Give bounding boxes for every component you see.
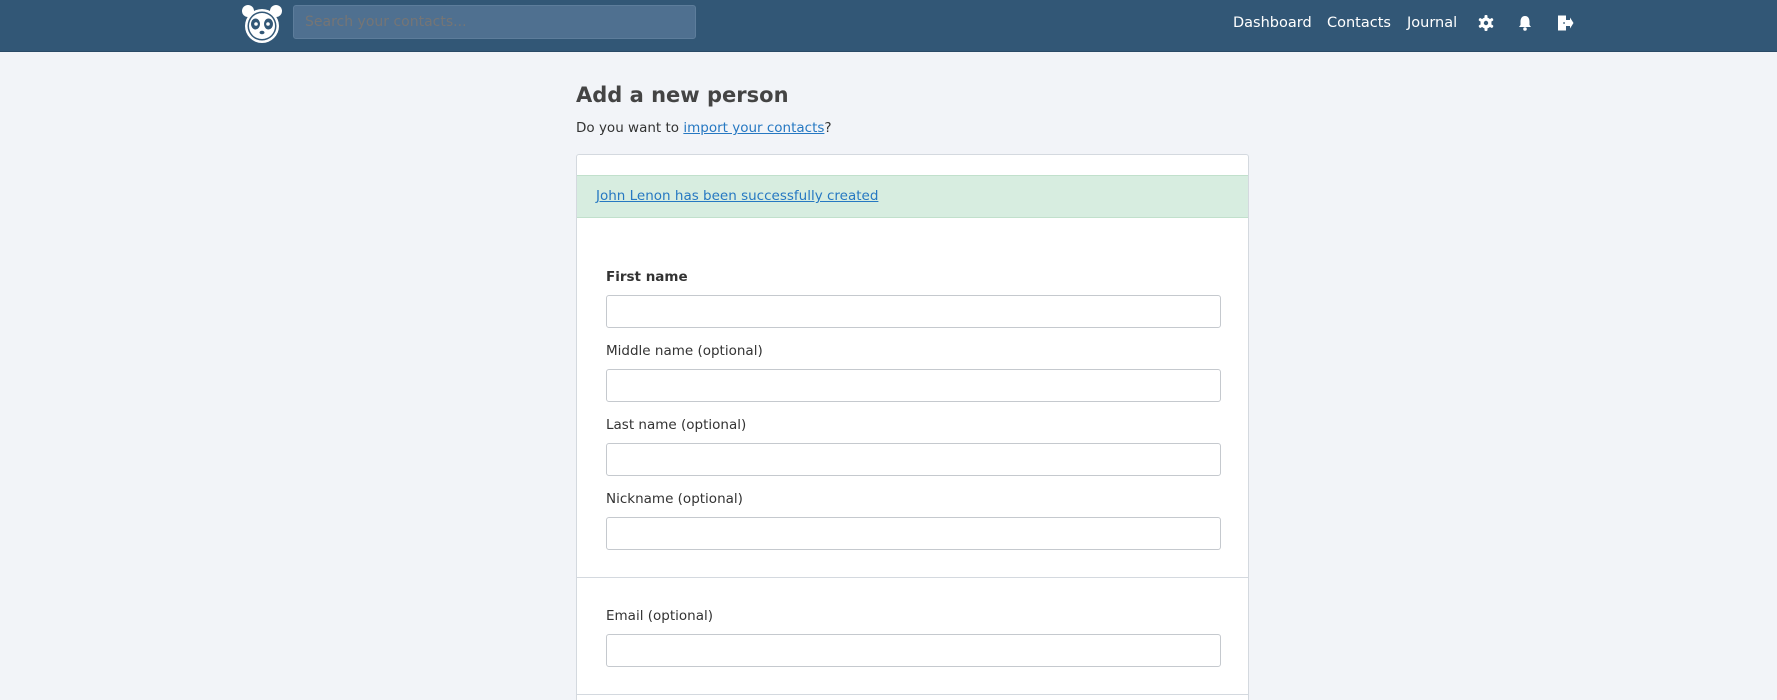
nickname-label: Nickname (optional): [606, 491, 743, 507]
import-contacts-link[interactable]: import your contacts: [683, 120, 824, 136]
section-divider: [577, 577, 1248, 578]
panda-logo-icon[interactable]: [241, 4, 283, 44]
import-suffix-text: ?: [824, 120, 832, 136]
last-name-label: Last name (optional): [606, 417, 747, 433]
email-input[interactable]: [606, 634, 1221, 667]
top-navbar: Dashboard Contacts Journal: [0, 0, 1777, 52]
first-name-input[interactable]: [606, 295, 1221, 328]
bell-icon[interactable]: [1516, 14, 1534, 32]
success-alert: John Lenon has been successfully created: [577, 175, 1248, 218]
nav-dashboard-link[interactable]: Dashboard: [1233, 14, 1312, 32]
section-divider: [577, 694, 1248, 695]
first-name-label: First name: [606, 269, 688, 285]
last-name-input[interactable]: [606, 443, 1221, 476]
new-person-form-card: John Lenon has been successfully created…: [576, 154, 1249, 700]
page-title: Add a new person: [576, 83, 789, 107]
nav-contacts-link[interactable]: Contacts: [1327, 14, 1391, 32]
gear-icon[interactable]: [1477, 14, 1495, 32]
import-prompt: Do you want to import your contacts?: [576, 120, 832, 136]
logout-icon[interactable]: [1556, 14, 1574, 32]
nickname-input[interactable]: [606, 517, 1221, 550]
email-label: Email (optional): [606, 608, 713, 624]
created-contact-link[interactable]: John Lenon has been successfully created: [596, 188, 878, 204]
middle-name-label: Middle name (optional): [606, 343, 763, 359]
search-input[interactable]: [293, 5, 696, 39]
middle-name-input[interactable]: [606, 369, 1221, 402]
import-prefix-text: Do you want to: [576, 120, 684, 136]
nav-journal-link[interactable]: Journal: [1407, 14, 1457, 32]
